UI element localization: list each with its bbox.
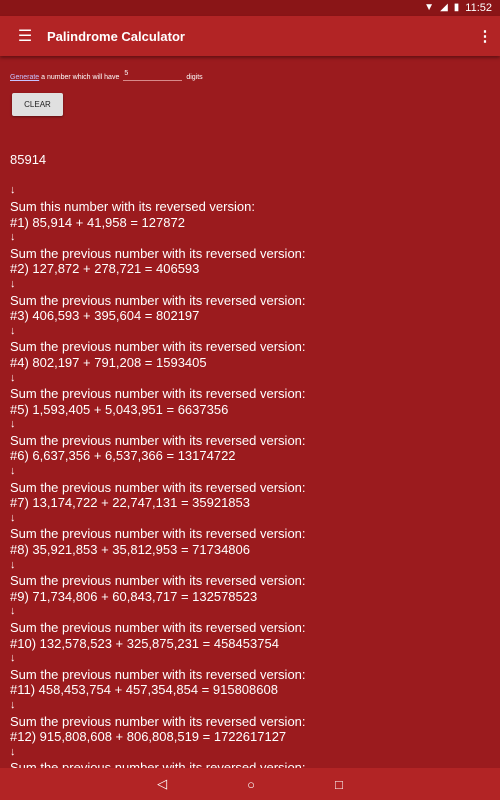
step-result: #10) 132,578,523 + 325,875,231 = 4584537… (10, 635, 279, 651)
down-arrow: ↓ (10, 465, 16, 478)
start-number: 85914 (10, 152, 47, 168)
step-result: #2) 127,872 + 278,721 = 406593 (10, 261, 200, 277)
down-arrow: ↓ (10, 745, 16, 758)
down-arrow: ↓ (10, 231, 16, 244)
calculation-output: 85914 ↓ Sum this number with its reversed… (10, 121, 490, 792)
down-arrow: ↓ (10, 652, 16, 665)
step-result: #3) 406,593 + 395,604 = 802197 (10, 308, 200, 324)
down-arrow: ↓ (10, 324, 16, 337)
wifi-icon: ▼ (424, 2, 435, 13)
status-time: 11:52 (465, 2, 492, 14)
home-icon[interactable]: ○ (247, 777, 255, 792)
digits-input[interactable]: 5 (123, 68, 183, 81)
step-result: #9) 71,734,806 + 60,843,717 = 132578523 (10, 588, 258, 604)
step-label: Sum the previous number with its reverse… (10, 620, 306, 635)
step-result: #11) 458,453,754 + 457,354,854 = 9158086… (10, 682, 278, 698)
down-arrow: ↓ (10, 605, 16, 618)
down-arrow: ↓ (10, 184, 16, 197)
step-result: #5) 1,593,405 + 5,043,951 = 6637356 (10, 401, 229, 417)
step-result: #4) 802,197 + 791,208 = 1593405 (10, 354, 207, 370)
down-arrow: ↓ (10, 418, 16, 431)
down-arrow: ↓ (10, 277, 16, 290)
step-label: Sum the previous number with its reverse… (10, 666, 306, 682)
step-result: #8) 35,921,853 + 35,812,953 = 71734806 (10, 542, 250, 558)
step-label: Sum this number with its reversed versio… (10, 198, 255, 214)
generator-text: a number which will have (41, 74, 120, 81)
back-icon[interactable]: ◁ (157, 776, 167, 792)
hamburger-menu-icon[interactable]: ☰ (3, 16, 47, 56)
step-label: Sum the previous number with its reverse… (10, 292, 306, 308)
recents-icon[interactable]: □ (335, 777, 343, 792)
step-label: Sum the previous number with its reverse… (10, 526, 306, 542)
step-label: Sum the previous number with its reverse… (10, 479, 306, 495)
generator-row: Generate a number which will have 5 digi… (10, 68, 203, 81)
step-label: Sum the previous number with its reverse… (10, 432, 306, 448)
step-result: #1) 85,914 + 41,958 = 127872 (10, 214, 185, 230)
step-result: #7) 13,174,722 + 22,747,131 = 35921853 (10, 495, 250, 511)
navigation-bar: ◁ ○ □ (0, 768, 500, 800)
app-title: Palindrome Calculator (47, 28, 185, 44)
step-label: Sum the previous number with its reverse… (10, 713, 306, 729)
step-label: Sum the previous number with its reverse… (10, 573, 306, 589)
down-arrow: ↓ (10, 558, 16, 571)
down-arrow: ↓ (10, 511, 16, 524)
app-bar: ☰ Palindrome Calculator ⋮ (0, 16, 500, 56)
battery-icon: ▮ (453, 2, 460, 13)
step-label: Sum the previous number with its reverse… (10, 245, 306, 261)
step-label: Sum the previous number with its reverse… (10, 339, 306, 355)
down-arrow: ↓ (10, 698, 16, 711)
down-arrow: ↓ (10, 371, 16, 384)
step-result: #6) 6,637,356 + 6,537,366 = 13174722 (10, 448, 236, 464)
more-vert-icon[interactable]: ⋮ (470, 27, 500, 45)
step-result: #12) 915,808,608 + 806,808,519 = 1722617… (10, 729, 287, 745)
signal-icon: ◢ (440, 2, 448, 13)
step-label: Sum the previous number with its reverse… (10, 386, 306, 402)
digits-label: digits (186, 74, 203, 81)
status-bar: ▼ ◢ ▮ 11:52 (0, 0, 500, 16)
generate-link[interactable]: Generate (10, 74, 39, 81)
clear-button[interactable]: CLEAR (12, 93, 63, 116)
